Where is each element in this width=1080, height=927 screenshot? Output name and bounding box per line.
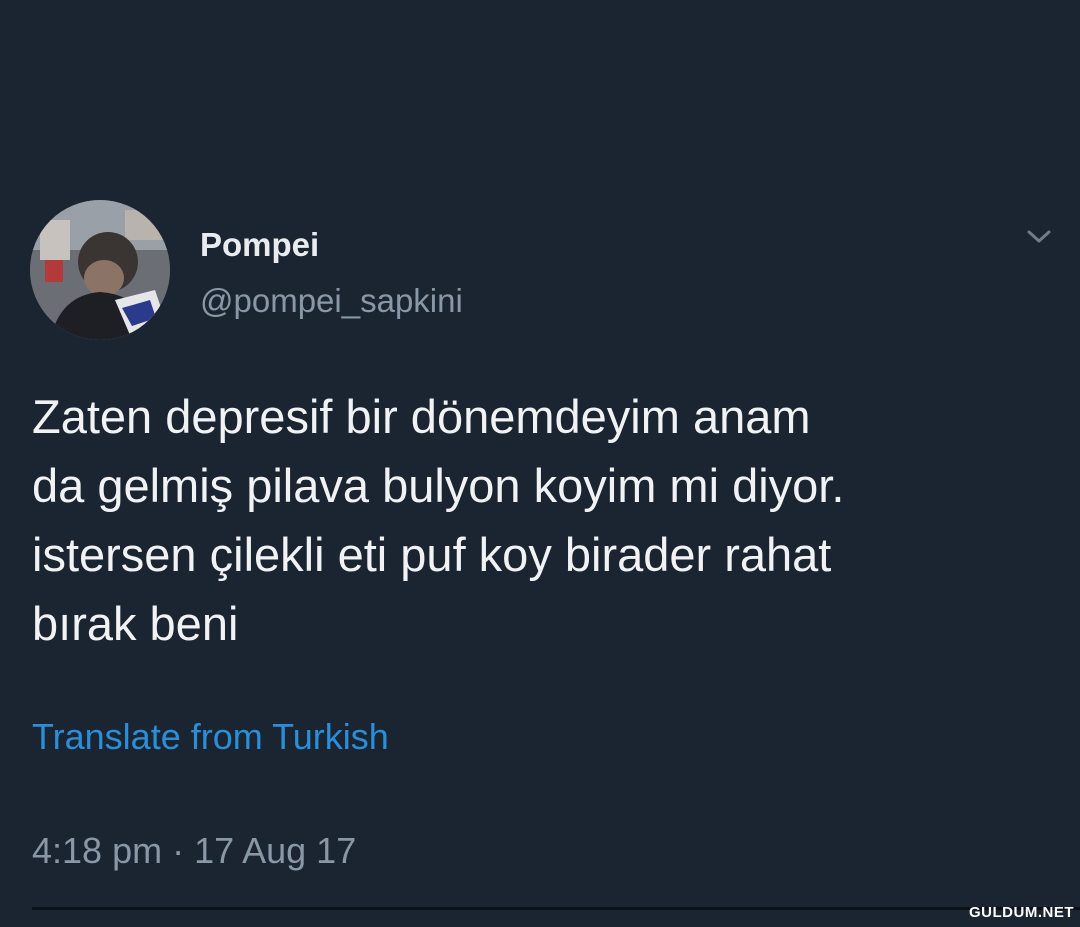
avatar[interactable]	[30, 200, 170, 340]
author-handle[interactable]: @pompei_sapkini	[200, 282, 463, 320]
translate-link[interactable]: Translate from Turkish	[32, 716, 389, 758]
tweet-card: Pompei @pompei_sapkini Zaten depresif bi…	[0, 0, 1080, 927]
profile-photo-icon	[30, 200, 170, 340]
tweet-text: Zaten depresif bir dönemdeyim anam da ge…	[32, 390, 845, 650]
tweet-timestamp[interactable]: 4:18 pm · 17 Aug 17	[32, 830, 356, 872]
divider	[32, 907, 1080, 910]
author-display-name[interactable]: Pompei	[200, 226, 319, 264]
watermark-logo: GULDUM.NET	[969, 904, 1074, 921]
chevron-down-icon[interactable]	[1022, 224, 1056, 250]
